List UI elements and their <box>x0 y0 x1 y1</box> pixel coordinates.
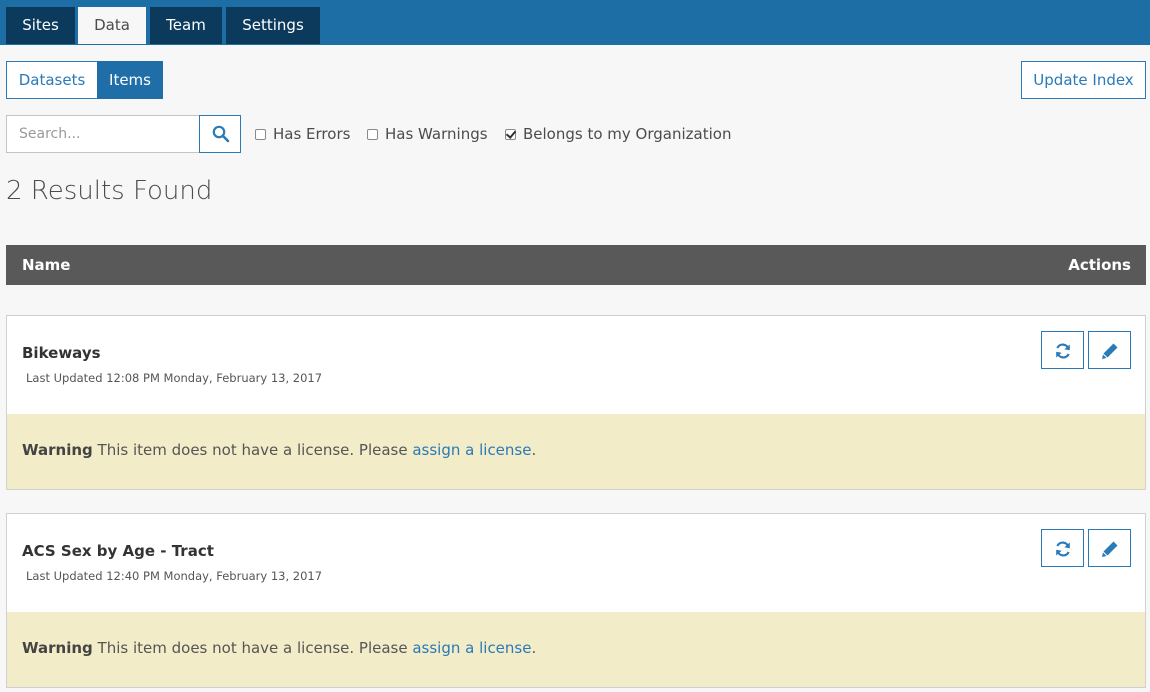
assign-license-link[interactable]: assign a license <box>412 441 531 459</box>
belongs-org-label[interactable]: Belongs to my Organization <box>523 125 731 143</box>
tab-data[interactable]: Data <box>78 7 146 44</box>
refresh-icon <box>1056 541 1070 557</box>
search-icon <box>212 125 230 143</box>
item-last-updated: Last Updated 12:08 PM Monday, February 1… <box>26 371 323 385</box>
warning-banner: Warning This item does not have a licens… <box>7 414 1145 489</box>
tab-team[interactable]: Team <box>150 7 222 44</box>
item-name: ACS Sex by Age - Tract <box>22 542 214 560</box>
refresh-button[interactable] <box>1041 529 1084 567</box>
filter-has-errors[interactable]: Has Errors <box>255 124 350 144</box>
has-warnings-label[interactable]: Has Warnings <box>385 125 488 143</box>
top-nav-bar: Sites Data Team Settings <box>0 0 1150 45</box>
filter-has-warnings[interactable]: Has Warnings <box>367 124 488 144</box>
has-warnings-checkbox[interactable] <box>367 128 378 140</box>
tab-sites[interactable]: Sites <box>6 7 75 44</box>
column-header-name: Name <box>22 256 71 274</box>
column-header-actions: Actions <box>1068 256 1131 274</box>
item-name: Bikeways <box>22 344 101 362</box>
refresh-icon <box>1056 343 1070 359</box>
warning-message: Warning This item does not have a licens… <box>22 441 536 459</box>
assign-license-link[interactable]: assign a license <box>412 639 531 657</box>
pencil-icon <box>1102 343 1118 359</box>
segment-items[interactable]: Items <box>97 61 163 99</box>
tab-settings[interactable]: Settings <box>226 7 320 44</box>
results-count: 2 Results Found <box>6 176 213 206</box>
item-last-updated: Last Updated 12:40 PM Monday, February 1… <box>26 569 323 583</box>
warning-label: Warning <box>22 441 93 459</box>
table-row: ACS Sex by Age - Tract Last Updated 12:4… <box>6 513 1146 688</box>
warning-period: . <box>531 639 537 657</box>
warning-period: . <box>531 441 537 459</box>
edit-button[interactable] <box>1088 529 1131 567</box>
pencil-icon <box>1102 541 1118 557</box>
warning-banner: Warning This item does not have a licens… <box>7 612 1145 687</box>
edit-button[interactable] <box>1088 331 1131 369</box>
warning-label: Warning <box>22 639 93 657</box>
has-errors-label[interactable]: Has Errors <box>273 125 350 143</box>
has-errors-checkbox[interactable] <box>255 128 266 140</box>
refresh-button[interactable] <box>1041 331 1084 369</box>
segment-datasets[interactable]: Datasets <box>6 61 98 99</box>
warning-text: This item does not have a license. Pleas… <box>92 639 413 657</box>
warning-message: Warning This item does not have a licens… <box>22 639 536 657</box>
search-button[interactable] <box>199 115 241 153</box>
filter-belongs-org[interactable]: Belongs to my Organization <box>505 124 731 144</box>
table-row: Bikeways Last Updated 12:08 PM Monday, F… <box>6 315 1146 490</box>
belongs-org-checkbox[interactable] <box>505 128 516 140</box>
table-header: Name Actions <box>6 245 1146 285</box>
warning-text: This item does not have a license. Pleas… <box>92 441 413 459</box>
search-input[interactable] <box>6 115 200 153</box>
update-index-button[interactable]: Update Index <box>1021 61 1146 99</box>
